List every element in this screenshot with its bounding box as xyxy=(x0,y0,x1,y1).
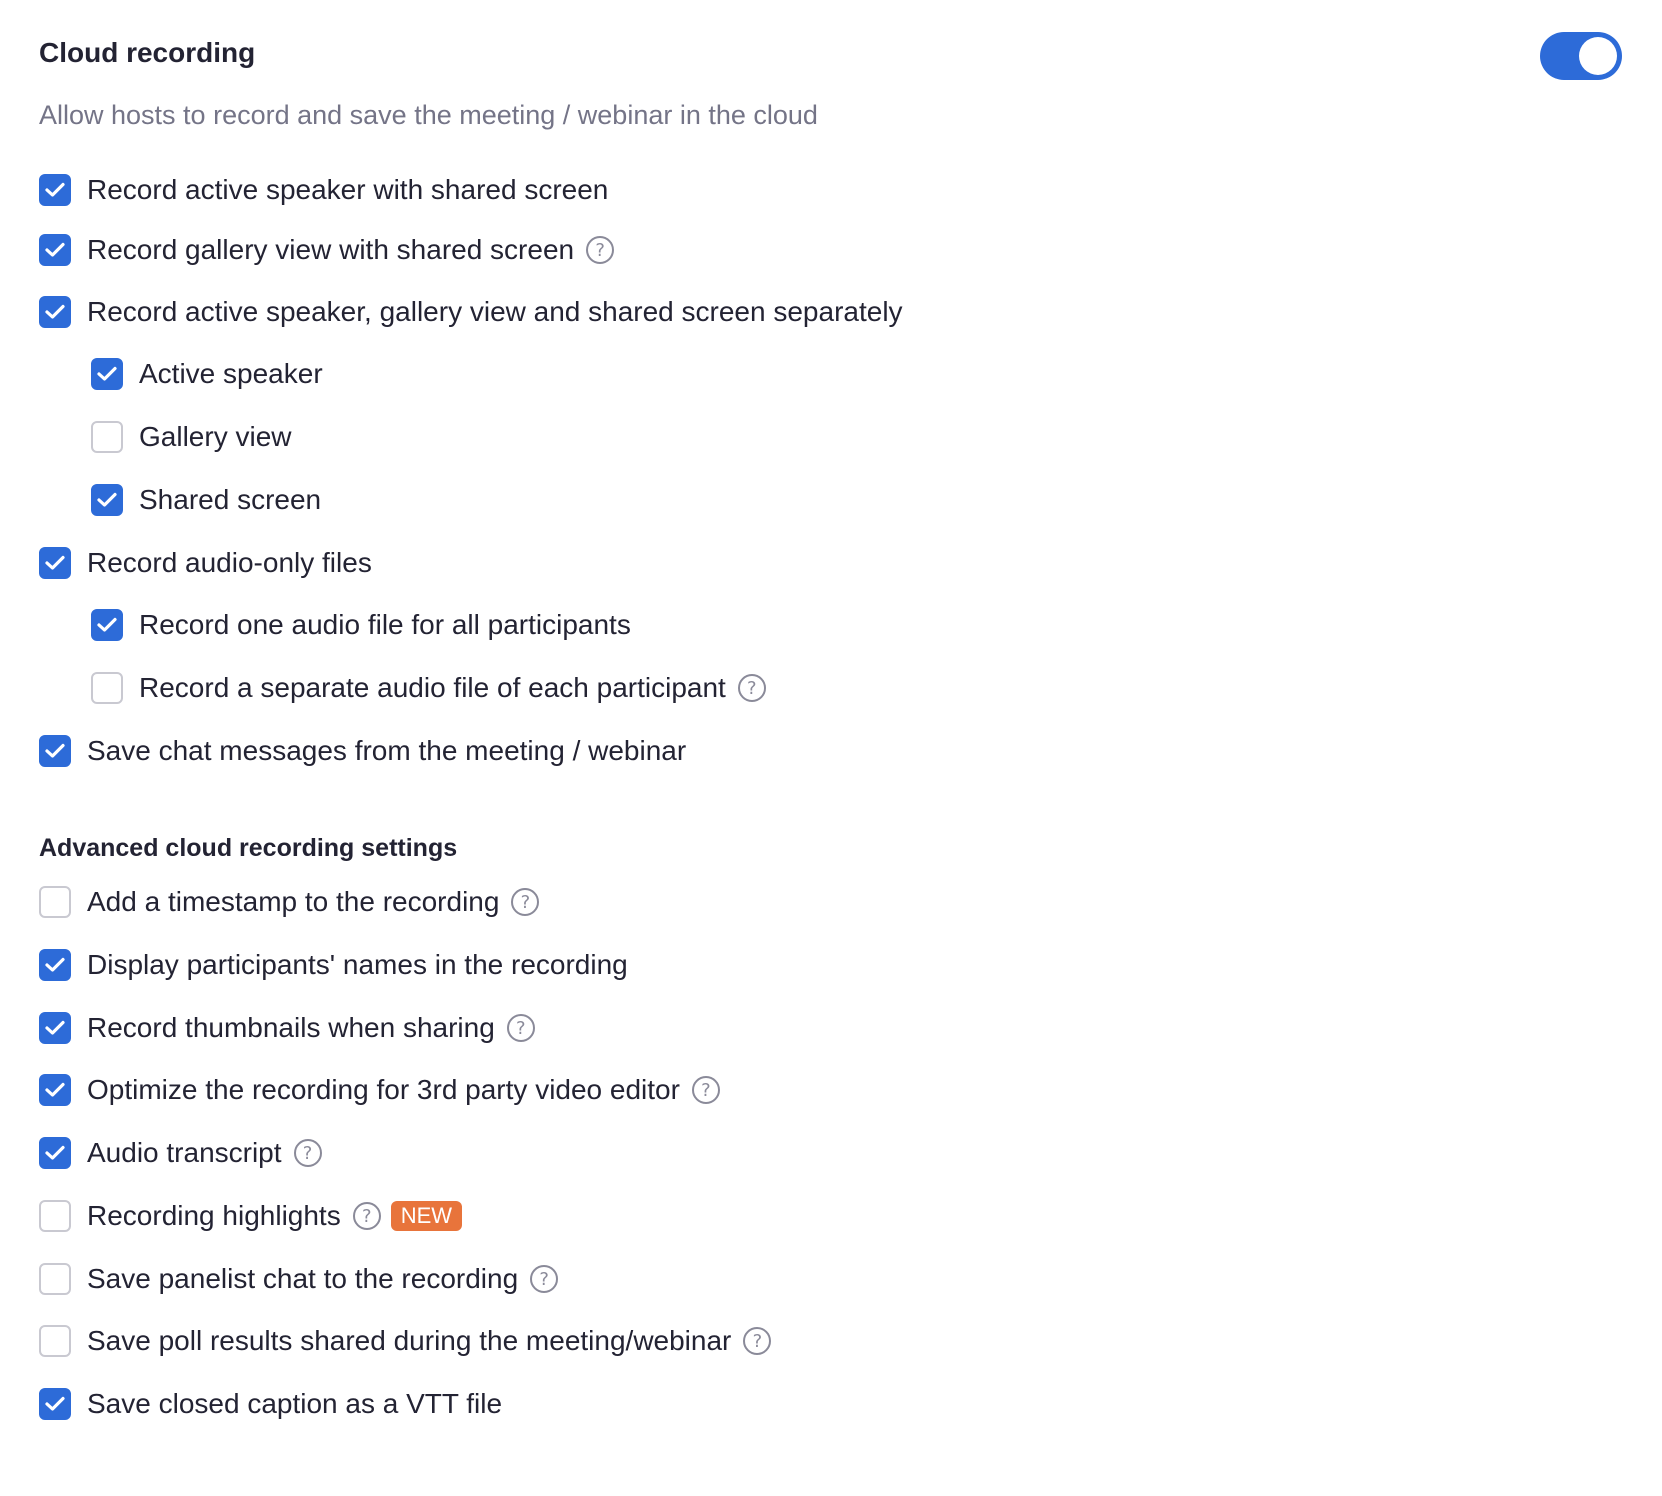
option-save-poll-results-shared-during-the-meeting-webinar[interactable]: Save poll results shared during the meet… xyxy=(39,1321,772,1361)
option-record-gallery-view-with-shared-screen[interactable]: Record gallery view with shared screen? xyxy=(39,230,615,270)
option-save-panelist-chat-to-the-recording[interactable]: Save panelist chat to the recording? xyxy=(39,1259,559,1299)
help-icon[interactable]: ? xyxy=(691,1076,720,1104)
check-icon xyxy=(45,1396,65,1411)
option-label: Shared screen xyxy=(139,484,322,515)
advanced-settings-title: Advanced cloud recording settings xyxy=(39,834,458,862)
option-label: Save poll results shared during the meet… xyxy=(87,1325,732,1356)
check-icon xyxy=(97,617,117,632)
option-save-closed-caption-as-a-vtt-file[interactable]: Save closed caption as a VTT file xyxy=(39,1384,502,1424)
check-icon xyxy=(97,492,117,507)
option-display-participants-names-in-the-recording[interactable]: Display participants' names in the recor… xyxy=(39,945,628,985)
checkbox[interactable] xyxy=(39,296,71,328)
checkbox[interactable] xyxy=(91,609,123,641)
option-label: Record one audio file for all participan… xyxy=(139,609,631,640)
option-record-one-audio-file-for-all-participants[interactable]: Record one audio file for all participan… xyxy=(91,605,631,645)
checkbox[interactable] xyxy=(91,421,123,453)
option-record-audio-only-files[interactable]: Record audio-only files xyxy=(39,543,372,583)
help-icon[interactable]: ? xyxy=(352,1202,381,1230)
option-record-active-speaker-with-shared-screen[interactable]: Record active speaker with shared screen xyxy=(39,170,608,210)
option-label: Record active speaker with shared screen xyxy=(87,174,609,205)
check-icon xyxy=(45,242,65,257)
option-save-chat-messages-from-the-meeting-webinar[interactable]: Save chat messages from the meeting / we… xyxy=(39,731,686,771)
check-icon xyxy=(45,304,65,319)
option-audio-transcript[interactable]: Audio transcript? xyxy=(39,1133,322,1173)
checkbox[interactable] xyxy=(91,358,123,390)
option-label: Active speaker xyxy=(139,358,323,389)
new-badge: NEW xyxy=(390,1201,463,1231)
option-add-a-timestamp-to-the-recording[interactable]: Add a timestamp to the recording? xyxy=(39,882,540,922)
check-icon xyxy=(45,1145,65,1160)
checkbox[interactable] xyxy=(39,1074,71,1106)
help-icon[interactable]: ? xyxy=(506,1014,535,1042)
checkbox[interactable] xyxy=(91,672,123,704)
option-label: Record thumbnails when sharing xyxy=(87,1012,495,1043)
options-list: Record active speaker with shared screen… xyxy=(0,0,1662,1496)
option-label: Save chat messages from the meeting / we… xyxy=(87,735,687,766)
checkbox[interactable] xyxy=(39,1012,71,1044)
help-icon[interactable]: ? xyxy=(737,674,766,702)
checkbox[interactable] xyxy=(91,484,123,516)
check-icon xyxy=(45,1082,65,1097)
option-record-thumbnails-when-sharing[interactable]: Record thumbnails when sharing? xyxy=(39,1008,535,1048)
checkbox[interactable] xyxy=(39,1137,71,1169)
option-label: Optimize the recording for 3rd party vid… xyxy=(87,1074,680,1105)
check-icon xyxy=(45,957,65,972)
option-label: Save closed caption as a VTT file xyxy=(87,1388,503,1419)
check-icon xyxy=(45,555,65,570)
checkbox[interactable] xyxy=(39,1200,71,1232)
checkbox[interactable] xyxy=(39,174,71,206)
help-icon[interactable]: ? xyxy=(743,1327,772,1355)
check-icon xyxy=(45,1020,65,1035)
option-recording-highlights[interactable]: Recording highlights? NEW xyxy=(39,1196,463,1236)
help-icon[interactable]: ? xyxy=(511,888,540,916)
checkbox[interactable] xyxy=(39,547,71,579)
checkbox[interactable] xyxy=(39,1388,71,1420)
check-icon xyxy=(45,182,65,197)
option-shared-screen[interactable]: Shared screen xyxy=(91,480,321,520)
option-label: Gallery view xyxy=(139,421,292,452)
checkbox[interactable] xyxy=(39,1325,71,1357)
option-label: Recording highlights xyxy=(87,1200,341,1231)
option-label: Record active speaker, gallery view and … xyxy=(87,296,903,327)
help-icon[interactable]: ? xyxy=(293,1139,322,1167)
option-label: Save panelist chat to the recording xyxy=(87,1263,519,1294)
option-label: Record audio-only files xyxy=(87,547,372,578)
help-icon[interactable]: ? xyxy=(586,236,615,264)
option-label: Record a separate audio file of each par… xyxy=(139,672,726,703)
option-record-active-speaker-gallery-view-and-shared-screen-separately[interactable]: Record active speaker, gallery view and … xyxy=(39,292,903,332)
option-optimize-the-recording-for-3rd-party-video-editor[interactable]: Optimize the recording for 3rd party vid… xyxy=(39,1070,720,1110)
option-gallery-view[interactable]: Gallery view xyxy=(91,417,291,457)
option-label: Audio transcript xyxy=(87,1137,282,1168)
check-icon xyxy=(45,743,65,758)
help-icon[interactable]: ? xyxy=(530,1265,559,1293)
option-label: Record gallery view with shared screen xyxy=(87,234,575,265)
checkbox[interactable] xyxy=(39,735,71,767)
check-icon xyxy=(97,366,117,381)
option-label: Display participants' names in the recor… xyxy=(87,949,628,980)
option-record-a-separate-audio-file-of-each-participant[interactable]: Record a separate audio file of each par… xyxy=(91,668,766,708)
checkbox[interactable] xyxy=(39,949,71,981)
option-active-speaker[interactable]: Active speaker xyxy=(91,354,323,394)
checkbox[interactable] xyxy=(39,1263,71,1295)
option-label: Add a timestamp to the recording xyxy=(87,886,500,917)
checkbox[interactable] xyxy=(39,886,71,918)
checkbox[interactable] xyxy=(39,234,71,266)
